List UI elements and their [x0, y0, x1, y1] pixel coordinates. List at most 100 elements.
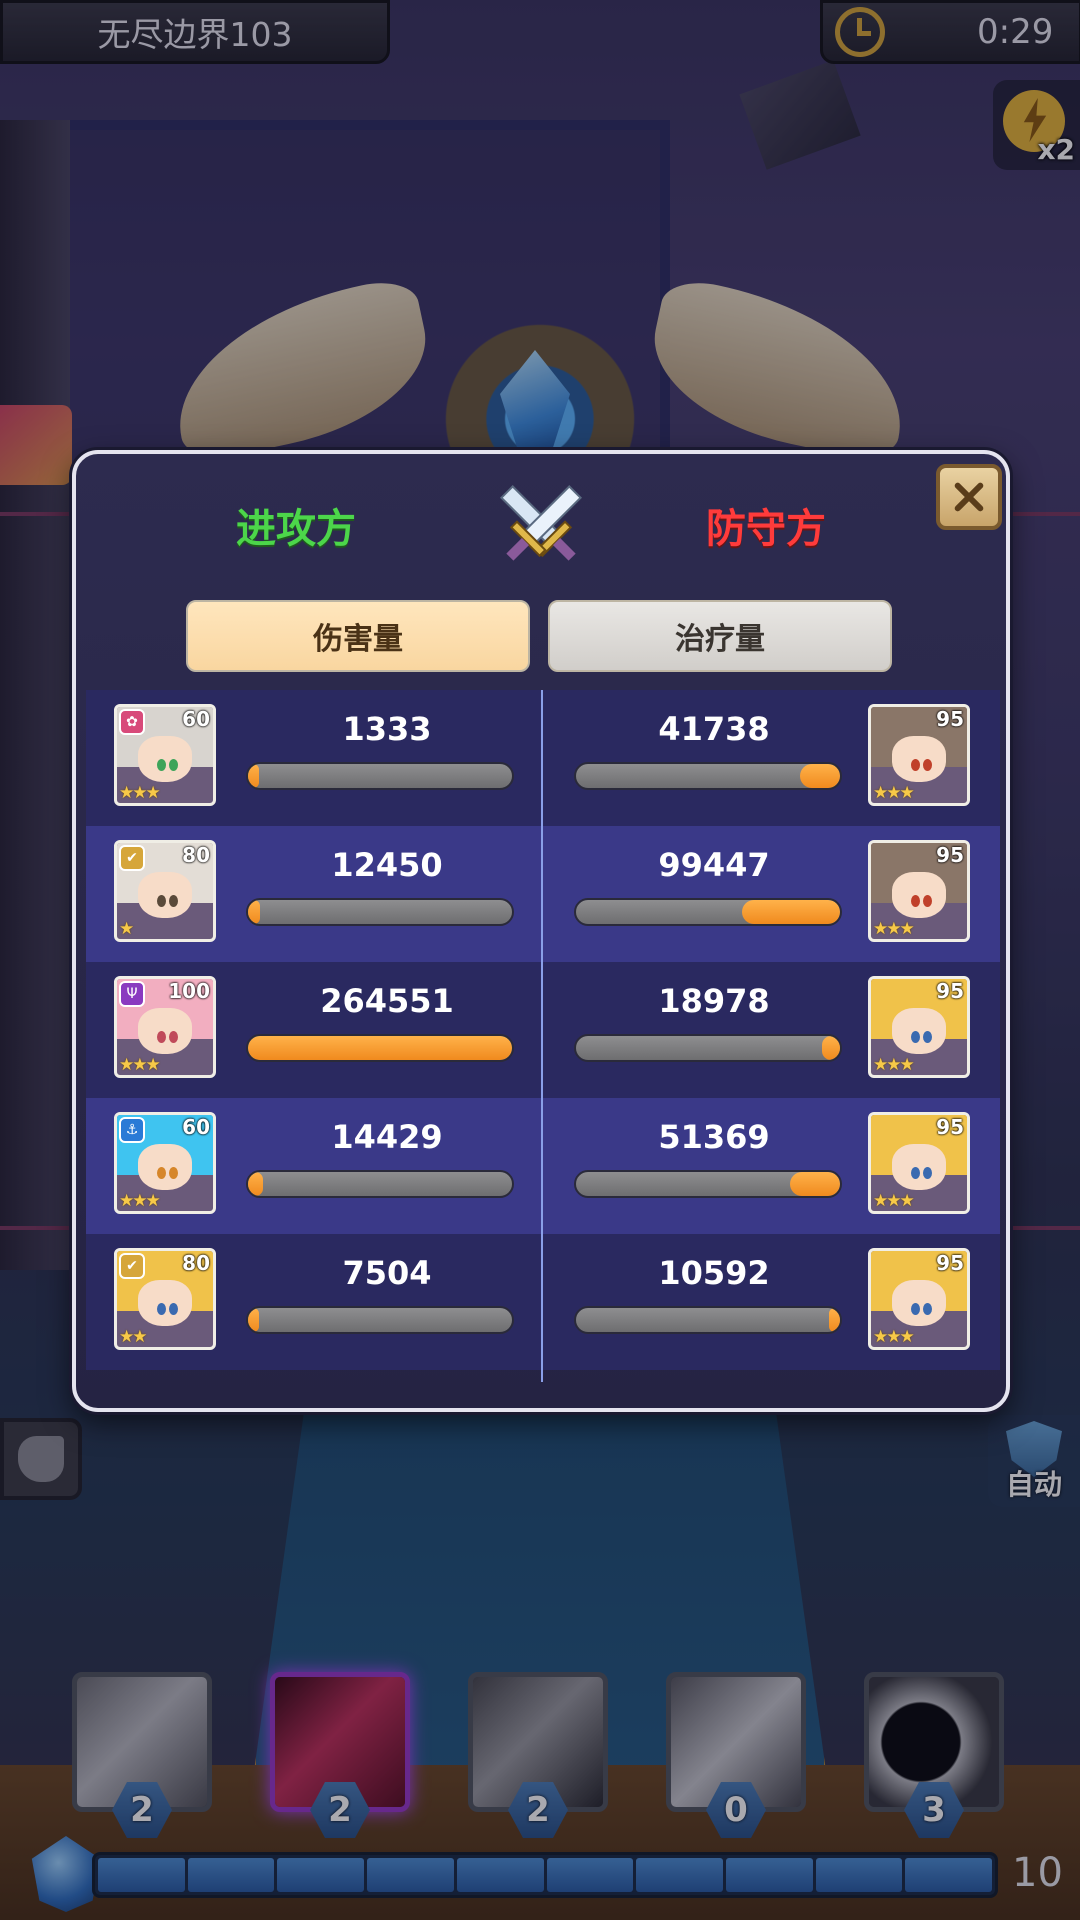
hero-eye — [923, 1302, 933, 1315]
defender-stat-value: 99447 — [658, 846, 770, 884]
hero-stars: ★★★ — [873, 1191, 915, 1211]
attacker-hero-portrait[interactable]: ✿ 60 ★★★ — [114, 704, 216, 806]
team-divider — [541, 690, 543, 1382]
hero-eye — [911, 758, 921, 771]
hero-face — [138, 1143, 192, 1190]
hero-face — [892, 1143, 946, 1190]
hero-face — [138, 735, 192, 782]
attacker-hero-portrait[interactable]: ⚓ 60 ★★★ — [114, 1112, 216, 1214]
defender-stat-bar — [574, 1034, 842, 1062]
attacker-stat-bar — [246, 1034, 514, 1062]
attacker-stat-bar-fill — [248, 1308, 259, 1332]
hero-eye — [923, 894, 933, 907]
hero-stars: ★★★ — [873, 1055, 915, 1075]
attacker-stat-bar — [246, 898, 514, 926]
hero-eye — [157, 1302, 167, 1315]
defender-hero-portrait[interactable]: 95 ★★★ — [868, 1112, 970, 1214]
hero-eye — [911, 1302, 921, 1315]
faction-icon: ✿ — [119, 709, 145, 735]
hero-level: 95 — [936, 843, 964, 867]
hero-level: 60 — [182, 1115, 210, 1139]
defender-hero-portrait[interactable]: 95 ★★★ — [868, 840, 970, 942]
attacker-stat-value: 1333 — [342, 710, 432, 748]
hero-level: 95 — [936, 1251, 964, 1275]
hero-eye — [169, 1166, 179, 1179]
attacker-stat-bar — [246, 1170, 514, 1198]
attacker-stat-bar-fill — [248, 900, 261, 924]
stats-row: ✔ 80 ★ 12450 99447 95 ★★★ — [86, 826, 1000, 962]
defender-stat-bar-fill — [789, 1172, 840, 1196]
close-button[interactable] — [936, 464, 1002, 530]
defender-stat-bar — [574, 1306, 842, 1334]
hero-face — [892, 735, 946, 782]
attacker-hero-portrait[interactable]: Ψ 100 ★★★ — [114, 976, 216, 1078]
hero-level: 95 — [936, 1115, 964, 1139]
faction-icon: ✔ — [119, 845, 145, 871]
hero-eye — [169, 1302, 179, 1315]
attacker-stat-value: 14429 — [331, 1118, 443, 1156]
hero-stars: ★★★ — [119, 1191, 161, 1211]
stats-row: ✿ 60 ★★★ 1333 41738 95 ★★★ — [86, 690, 1000, 826]
hero-stars: ★★ — [119, 1327, 148, 1347]
hero-stars: ★ — [119, 919, 134, 939]
hero-stars: ★★★ — [119, 1055, 161, 1075]
hero-eye — [923, 758, 933, 771]
hero-eye — [169, 758, 179, 771]
stats-row: ⚓ 60 ★★★ 14429 51369 95 ★★★ — [86, 1098, 1000, 1234]
attacker-stat-value: 7504 — [342, 1254, 432, 1292]
defender-stat-bar-fill — [742, 900, 840, 924]
hero-level: 95 — [936, 979, 964, 1003]
hero-eye — [911, 894, 921, 907]
hero-eye — [157, 894, 167, 907]
hero-face — [892, 1279, 946, 1326]
defender-title: 防守方 — [706, 506, 826, 552]
defender-stat-value: 51369 — [658, 1118, 770, 1156]
hero-level: 60 — [182, 707, 210, 731]
defender-stat-value: 10592 — [658, 1254, 770, 1292]
attacker-hero-portrait[interactable]: ✔ 80 ★★ — [114, 1248, 216, 1350]
defender-stat-value: 18978 — [658, 982, 770, 1020]
attacker-hero-portrait[interactable]: ✔ 80 ★ — [114, 840, 216, 942]
hero-stars: ★★★ — [873, 783, 915, 803]
crossed-swords-icon — [499, 484, 583, 561]
faction-icon: ✔ — [119, 1253, 145, 1279]
hero-face — [138, 1007, 192, 1054]
stats-table: ✿ 60 ★★★ 1333 41738 95 ★★★ ✔ 80 ★ 12450 99447 95 ★★★ Ψ… — [86, 690, 1000, 1374]
hero-face — [138, 1279, 192, 1326]
hero-eye — [923, 1030, 933, 1043]
hero-face — [892, 871, 946, 918]
stats-row: Ψ 100 ★★★ 264551 18978 95 ★★★ — [86, 962, 1000, 1098]
faction-icon: ⚓ — [119, 1117, 145, 1143]
hero-face — [138, 871, 192, 918]
defender-stat-bar — [574, 762, 842, 790]
hero-eye — [157, 758, 167, 771]
stats-row: ✔ 80 ★★ 7504 10592 95 ★★★ — [86, 1234, 1000, 1370]
hero-eye — [911, 1166, 921, 1179]
hero-level: 100 — [168, 979, 210, 1003]
defender-hero-portrait[interactable]: 95 ★★★ — [868, 704, 970, 806]
attacker-stat-value: 264551 — [320, 982, 454, 1020]
defender-hero-portrait[interactable]: 95 ★★★ — [868, 1248, 970, 1350]
attacker-stat-bar — [246, 1306, 514, 1334]
hero-face — [892, 1007, 946, 1054]
hero-eye — [169, 1030, 179, 1043]
attacker-stat-bar — [246, 762, 514, 790]
attacker-stat-value: 12450 — [331, 846, 443, 884]
hero-level: 95 — [936, 707, 964, 731]
attacker-stat-bar-fill — [248, 1172, 263, 1196]
hero-level: 80 — [182, 843, 210, 867]
defender-stat-bar-fill — [829, 1308, 840, 1332]
battle-stats-modal: 进攻方 防守方 伤害量 治疗量 ✿ 60 ★★★ 1333 41738 95 ★★★ ✔ 80 ★… — [72, 450, 1010, 1412]
defender-stat-bar — [574, 898, 842, 926]
hero-eye — [157, 1030, 167, 1043]
tab-healing[interactable]: 治疗量 — [548, 600, 892, 672]
hero-eye — [169, 894, 179, 907]
attacker-stat-bar-fill — [248, 764, 259, 788]
hero-eye — [911, 1030, 921, 1043]
defender-hero-portrait[interactable]: 95 ★★★ — [868, 976, 970, 1078]
defender-stat-bar — [574, 1170, 842, 1198]
defender-stat-bar-fill — [821, 1036, 840, 1060]
hero-eye — [157, 1166, 167, 1179]
hero-stars: ★★★ — [119, 783, 161, 803]
tab-damage[interactable]: 伤害量 — [186, 600, 530, 672]
